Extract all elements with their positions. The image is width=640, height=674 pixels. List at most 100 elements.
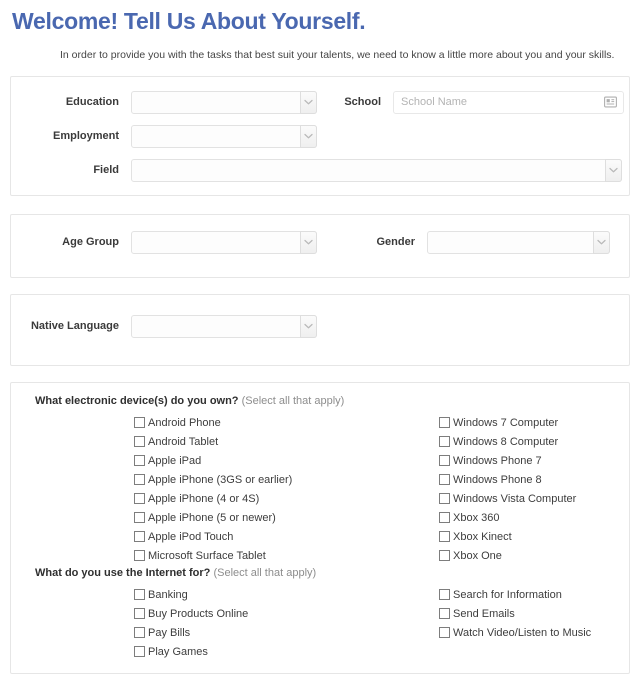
chevron-down-icon[interactable]	[300, 90, 317, 114]
internet-checkbox-label: Watch Video/Listen to Music	[453, 626, 592, 639]
device-checkbox-label: Apple iPod Touch	[148, 530, 234, 543]
checkbox-icon[interactable]	[439, 455, 450, 466]
page-title: Welcome! Tell Us About Yourself.	[12, 8, 366, 34]
internet-title-text: What do you use the Internet for?	[35, 567, 211, 579]
checkbox-icon[interactable]	[134, 474, 145, 485]
checkbox-icon[interactable]	[134, 436, 145, 447]
internet-right-column: Search for Information Send Emails Watch V…	[439, 585, 591, 642]
devices-title-hint: (Select all that apply)	[241, 395, 345, 407]
checkbox-icon[interactable]	[439, 589, 450, 600]
checkboxes-panel: What electronic device(s) do you own? (S…	[10, 382, 630, 674]
device-checkbox-item[interactable]: Xbox Kinect	[439, 527, 576, 546]
chevron-down-icon[interactable]	[593, 230, 610, 254]
checkbox-icon[interactable]	[134, 417, 145, 428]
chevron-down-icon[interactable]	[605, 158, 622, 182]
internet-columns: Banking Buy Products Online Pay Bills Play …	[17, 585, 623, 663]
internet-checkbox-item[interactable]: Banking	[134, 585, 248, 604]
education-select[interactable]	[131, 90, 317, 114]
checkbox-icon[interactable]	[439, 493, 450, 504]
device-checkbox-item[interactable]: Windows 7 Computer	[439, 413, 576, 432]
language-panel: Native Language	[10, 294, 630, 366]
device-checkbox-item[interactable]: Apple iPad	[134, 451, 292, 470]
age-group-select[interactable]	[131, 230, 317, 254]
device-checkbox-item[interactable]: Apple iPhone (4 or 4S)	[134, 489, 292, 508]
device-checkbox-item[interactable]: Windows 8 Computer	[439, 432, 576, 451]
device-checkbox-label: Xbox 360	[453, 511, 500, 524]
device-checkbox-item[interactable]: Apple iPhone (3GS or earlier)	[134, 470, 292, 489]
education-label: Education	[65, 96, 119, 108]
education-panel: Education School School Name Employment …	[10, 76, 630, 196]
device-checkbox-label: Android Phone	[148, 416, 221, 429]
internet-checkbox-label: Pay Bills	[148, 626, 191, 639]
checkbox-icon[interactable]	[134, 589, 145, 600]
devices-columns: Android Phone Android Tablet Apple iPad App…	[17, 413, 623, 565]
internet-checkbox-label: Play Games	[148, 645, 208, 658]
school-input-placeholder: School Name	[401, 96, 468, 108]
checkbox-icon[interactable]	[134, 646, 145, 657]
checkbox-icon[interactable]	[134, 550, 145, 561]
device-checkbox-item[interactable]: Xbox One	[439, 546, 576, 565]
checkbox-icon[interactable]	[439, 531, 450, 542]
checkbox-icon[interactable]	[439, 627, 450, 638]
internet-checkbox-item[interactable]: Send Emails	[439, 604, 591, 623]
gender-label: Gender	[376, 236, 415, 248]
internet-group-title: What do you use the Internet for? (Selec…	[17, 565, 623, 585]
device-checkbox-item[interactable]: Microsoft Surface Tablet	[134, 546, 292, 565]
native-language-label: Native Language	[30, 320, 119, 332]
device-checkbox-label: Microsoft Surface Tablet	[148, 549, 266, 562]
address-card-icon[interactable]	[604, 96, 617, 108]
age-gender-row: Age Group Gender	[17, 225, 623, 259]
employment-select[interactable]	[131, 124, 317, 148]
checkbox-icon[interactable]	[439, 550, 450, 561]
device-checkbox-label: Android Tablet	[148, 435, 219, 448]
checkbox-icon[interactable]	[439, 417, 450, 428]
device-checkbox-item[interactable]: Windows Vista Computer	[439, 489, 576, 508]
native-language-select[interactable]	[131, 314, 317, 338]
checkbox-icon[interactable]	[134, 627, 145, 638]
field-select[interactable]	[131, 158, 622, 182]
chevron-down-icon[interactable]	[300, 314, 317, 338]
checkbox-icon[interactable]	[439, 608, 450, 619]
education-row: Education School School Name	[17, 85, 624, 119]
employment-row: Employment	[17, 119, 623, 153]
checkbox-icon[interactable]	[439, 512, 450, 523]
field-label: Field	[93, 164, 119, 176]
internet-left-column: Banking Buy Products Online Pay Bills Play …	[134, 585, 248, 661]
device-checkbox-item[interactable]: Apple iPod Touch	[134, 527, 292, 546]
internet-checkbox-item[interactable]: Play Games	[134, 642, 248, 661]
device-checkbox-item[interactable]: Apple iPhone (5 or newer)	[134, 508, 292, 527]
field-row: Field	[17, 153, 623, 187]
device-checkbox-label: Windows Vista Computer	[453, 492, 577, 505]
chevron-down-icon[interactable]	[300, 230, 317, 254]
chevron-down-icon[interactable]	[300, 124, 317, 148]
device-checkbox-label: Windows 8 Computer	[453, 435, 559, 448]
device-checkbox-label: Apple iPhone (3GS or earlier)	[148, 473, 293, 486]
demographics-panel: Age Group Gender	[10, 214, 630, 278]
checkbox-icon[interactable]	[134, 455, 145, 466]
internet-checkbox-item[interactable]: Watch Video/Listen to Music	[439, 623, 591, 642]
device-checkbox-label: Apple iPhone (4 or 4S)	[148, 492, 260, 505]
internet-checkbox-label: Send Emails	[453, 607, 515, 620]
device-checkbox-item[interactable]: Android Tablet	[134, 432, 292, 451]
internet-title-hint: (Select all that apply)	[213, 567, 317, 579]
devices-left-column: Android Phone Android Tablet Apple iPad App…	[134, 413, 292, 565]
device-checkbox-item[interactable]: Xbox 360	[439, 508, 576, 527]
device-checkbox-item[interactable]: Windows Phone 8	[439, 470, 576, 489]
gender-select[interactable]	[427, 230, 610, 254]
checkbox-icon[interactable]	[134, 531, 145, 542]
device-checkbox-label: Xbox One	[453, 549, 502, 562]
devices-title-text: What electronic device(s) do you own?	[35, 395, 239, 407]
device-checkbox-item[interactable]: Windows Phone 7	[439, 451, 576, 470]
internet-checkbox-item[interactable]: Buy Products Online	[134, 604, 248, 623]
checkbox-icon[interactable]	[134, 493, 145, 504]
device-checkbox-item[interactable]: Android Phone	[134, 413, 292, 432]
school-input[interactable]: School Name	[393, 90, 624, 114]
age-group-label: Age Group	[62, 236, 119, 248]
internet-checkbox-item[interactable]: Search for Information	[439, 585, 591, 604]
checkbox-icon[interactable]	[134, 512, 145, 523]
checkbox-icon[interactable]	[134, 608, 145, 619]
internet-checkbox-item[interactable]: Pay Bills	[134, 623, 248, 642]
checkbox-icon[interactable]	[439, 474, 450, 485]
device-checkbox-label: Windows Phone 8	[453, 473, 542, 486]
checkbox-icon[interactable]	[439, 436, 450, 447]
